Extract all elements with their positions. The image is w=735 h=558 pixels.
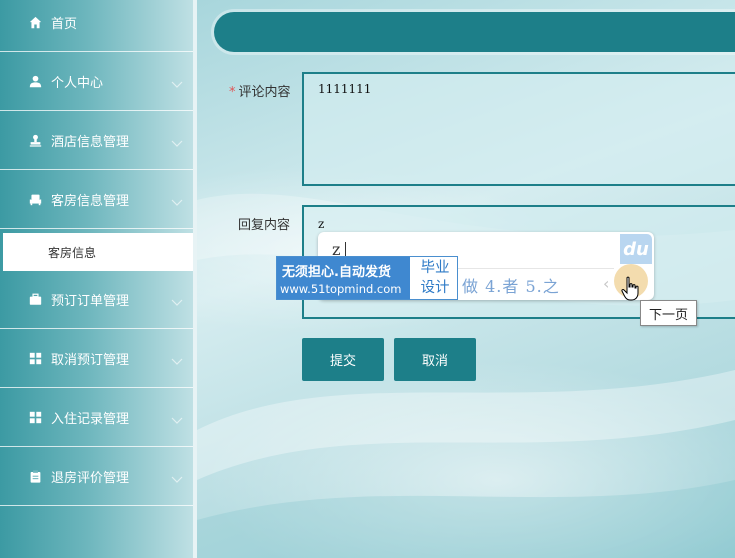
ad-slogan: 无须担心.自动发货 <box>282 265 391 280</box>
clipboard-icon <box>28 470 42 484</box>
sidebar-item-booking-orders[interactable]: 预订订单管理 <box>0 271 193 329</box>
stamp-icon <box>28 134 42 148</box>
sidebar-item-hotel-info[interactable]: 酒店信息管理 <box>0 112 193 170</box>
reply-label: 回复内容 <box>238 218 291 233</box>
sidebar-item-cancel-booking[interactable]: 取消预订管理 <box>0 330 193 388</box>
sidebar-item-label: 首页 <box>51 17 78 32</box>
next-page-tooltip: 下一页 <box>640 300 697 326</box>
sidebar-item-home[interactable]: 首页 <box>0 0 193 52</box>
ad-url: www.51topmind.com <box>280 282 402 296</box>
cancel-button[interactable]: 取消 <box>394 338 476 381</box>
sidebar-item-checkout-reviews[interactable]: 退房评价管理 <box>0 448 193 506</box>
bed-icon <box>28 193 42 207</box>
chevron-down-icon <box>171 414 183 424</box>
chevron-down-icon <box>171 196 183 206</box>
comment-label: * 评论内容 <box>229 85 291 100</box>
submit-button[interactable]: 提交 <box>302 338 384 381</box>
comment-textarea[interactable]: 1111111 <box>302 72 735 186</box>
sidebar-item-label: 退房评价管理 <box>51 471 130 486</box>
sidebar-item-label: 个人中心 <box>51 76 104 91</box>
grid-icon <box>28 411 42 425</box>
sidebar-item-room-info[interactable]: 客房信息管理 <box>0 171 193 229</box>
hand-cursor-icon <box>621 276 639 301</box>
sidebar-item-label: 取消预订管理 <box>51 353 130 368</box>
briefcase-icon <box>28 293 42 307</box>
chevron-down-icon <box>171 296 183 306</box>
ime-prev-page-icon[interactable]: ‹ <box>603 274 609 293</box>
user-icon <box>28 75 42 89</box>
home-icon <box>28 16 42 30</box>
ime-candidates[interactable]: 做 4.者 5.之 <box>462 273 560 297</box>
chevron-down-icon <box>171 78 183 88</box>
sidebar: 首页 个人中心 酒店信息管理 客房信息管理 客房信息 预订订单管理 取消预订管理… <box>0 0 193 558</box>
chevron-down-icon <box>171 355 183 365</box>
grid-icon <box>28 352 42 366</box>
sidebar-item-label: 客房信息管理 <box>51 194 130 209</box>
sidebar-item-checkin-records[interactable]: 入住记录管理 <box>0 389 193 447</box>
ad-right-line2: 设计 <box>420 280 450 296</box>
sidebar-item-label: 预订订单管理 <box>51 294 130 309</box>
sidebar-subitem-room-info[interactable]: 客房信息 <box>3 233 193 271</box>
watermark-ad: 无须担心.自动发货 www.51topmind.com 毕业 设计 <box>276 256 458 300</box>
ad-left-panel: 无须担心.自动发货 www.51topmind.com <box>277 257 410 299</box>
ad-right-line1: 毕业 <box>420 260 450 276</box>
header-bar <box>214 12 735 52</box>
chevron-down-icon <box>171 473 183 483</box>
sidebar-item-label: 入住记录管理 <box>51 412 130 427</box>
required-mark: * <box>229 85 236 100</box>
ime-logo-icon: du <box>620 234 652 264</box>
sidebar-item-label: 酒店信息管理 <box>51 135 130 150</box>
sidebar-item-personal-center[interactable]: 个人中心 <box>0 53 193 111</box>
chevron-down-icon <box>171 137 183 147</box>
ad-right-panel: 毕业 设计 <box>412 257 458 299</box>
